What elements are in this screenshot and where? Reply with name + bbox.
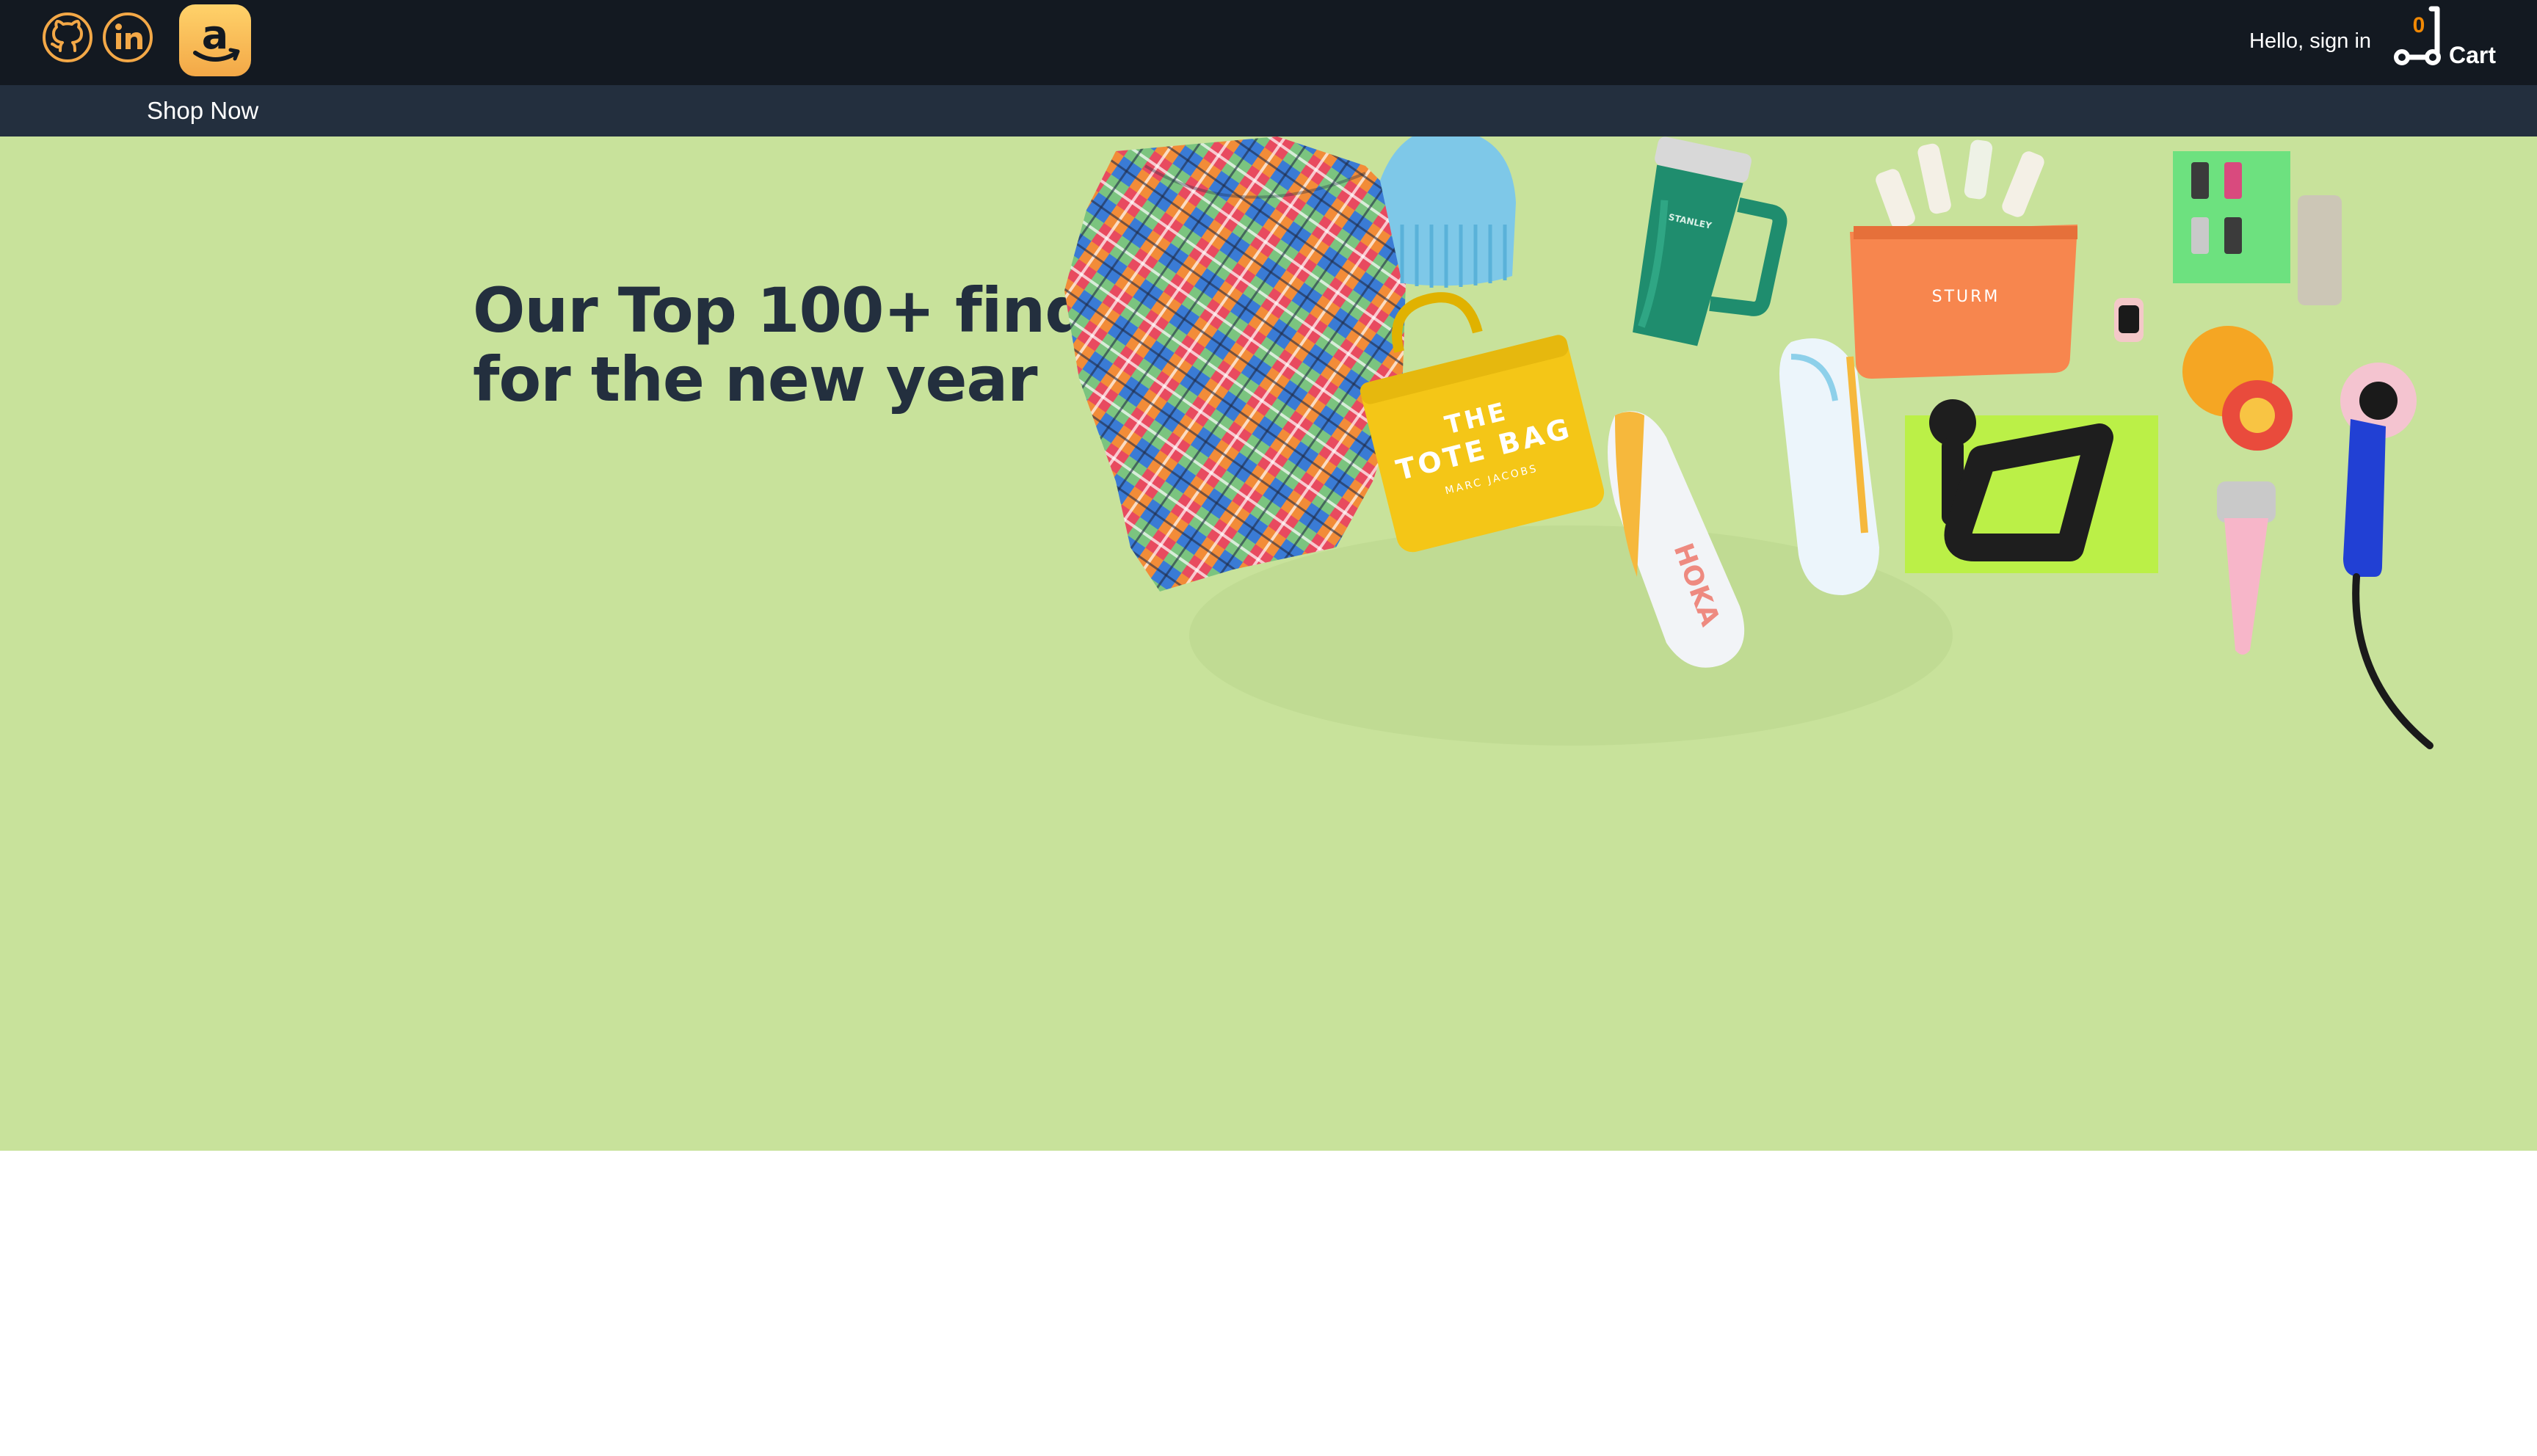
amazon-logo-icon[interactable]: a (179, 4, 251, 76)
skincare-bottles-image (1876, 139, 2044, 229)
blue-beanie-image (1380, 136, 1516, 288)
hero-title: Our Top 100+ finds for the new year (473, 276, 1133, 414)
tumbler-image: STANLEY (1633, 136, 1787, 346)
content-area (0, 1151, 2537, 1456)
github-icon[interactable] (41, 11, 94, 64)
pouch-brand: STURM (1932, 288, 2000, 306)
hero-banner[interactable]: Our Top 100+ finds for the new year THE … (0, 136, 2537, 1151)
hair-dryer-image (2340, 363, 2433, 749)
nail-polish-image (2173, 151, 2342, 305)
plaid-jacket-image (1064, 136, 1406, 592)
amazon-clone-page: a Hello, sign in 0 Cart Shop Now Our Top… (0, 0, 2537, 1456)
smartwatch-image (2114, 298, 2144, 342)
orange-pouch-image: STURM (1850, 225, 2077, 379)
hero-title-line-2: for the new year (473, 343, 1038, 415)
sign-in-link[interactable]: Hello, sign in (2249, 28, 2371, 54)
ice-roller-image (2217, 481, 2276, 655)
cart-button[interactable]: 0 Cart (2389, 3, 2506, 72)
hero-title-line-1: Our Top 100+ finds (473, 274, 1125, 346)
beauty-jars-image (2182, 326, 2293, 451)
massage-gun-image (1905, 399, 2158, 573)
svg-text:a: a (202, 12, 228, 58)
linkedin-icon[interactable] (101, 11, 154, 64)
cart-label: Cart (2449, 42, 2497, 68)
shop-now-link[interactable]: Shop Now (147, 97, 258, 125)
hero-product-collage: THE TOTE BAG MARC JACOBS STANLEY STURM H… (1057, 136, 2452, 797)
sub-navbar: Shop Now (0, 85, 2537, 136)
top-navbar: a Hello, sign in 0 Cart (0, 0, 2537, 85)
cart-count: 0 (2412, 13, 2425, 37)
